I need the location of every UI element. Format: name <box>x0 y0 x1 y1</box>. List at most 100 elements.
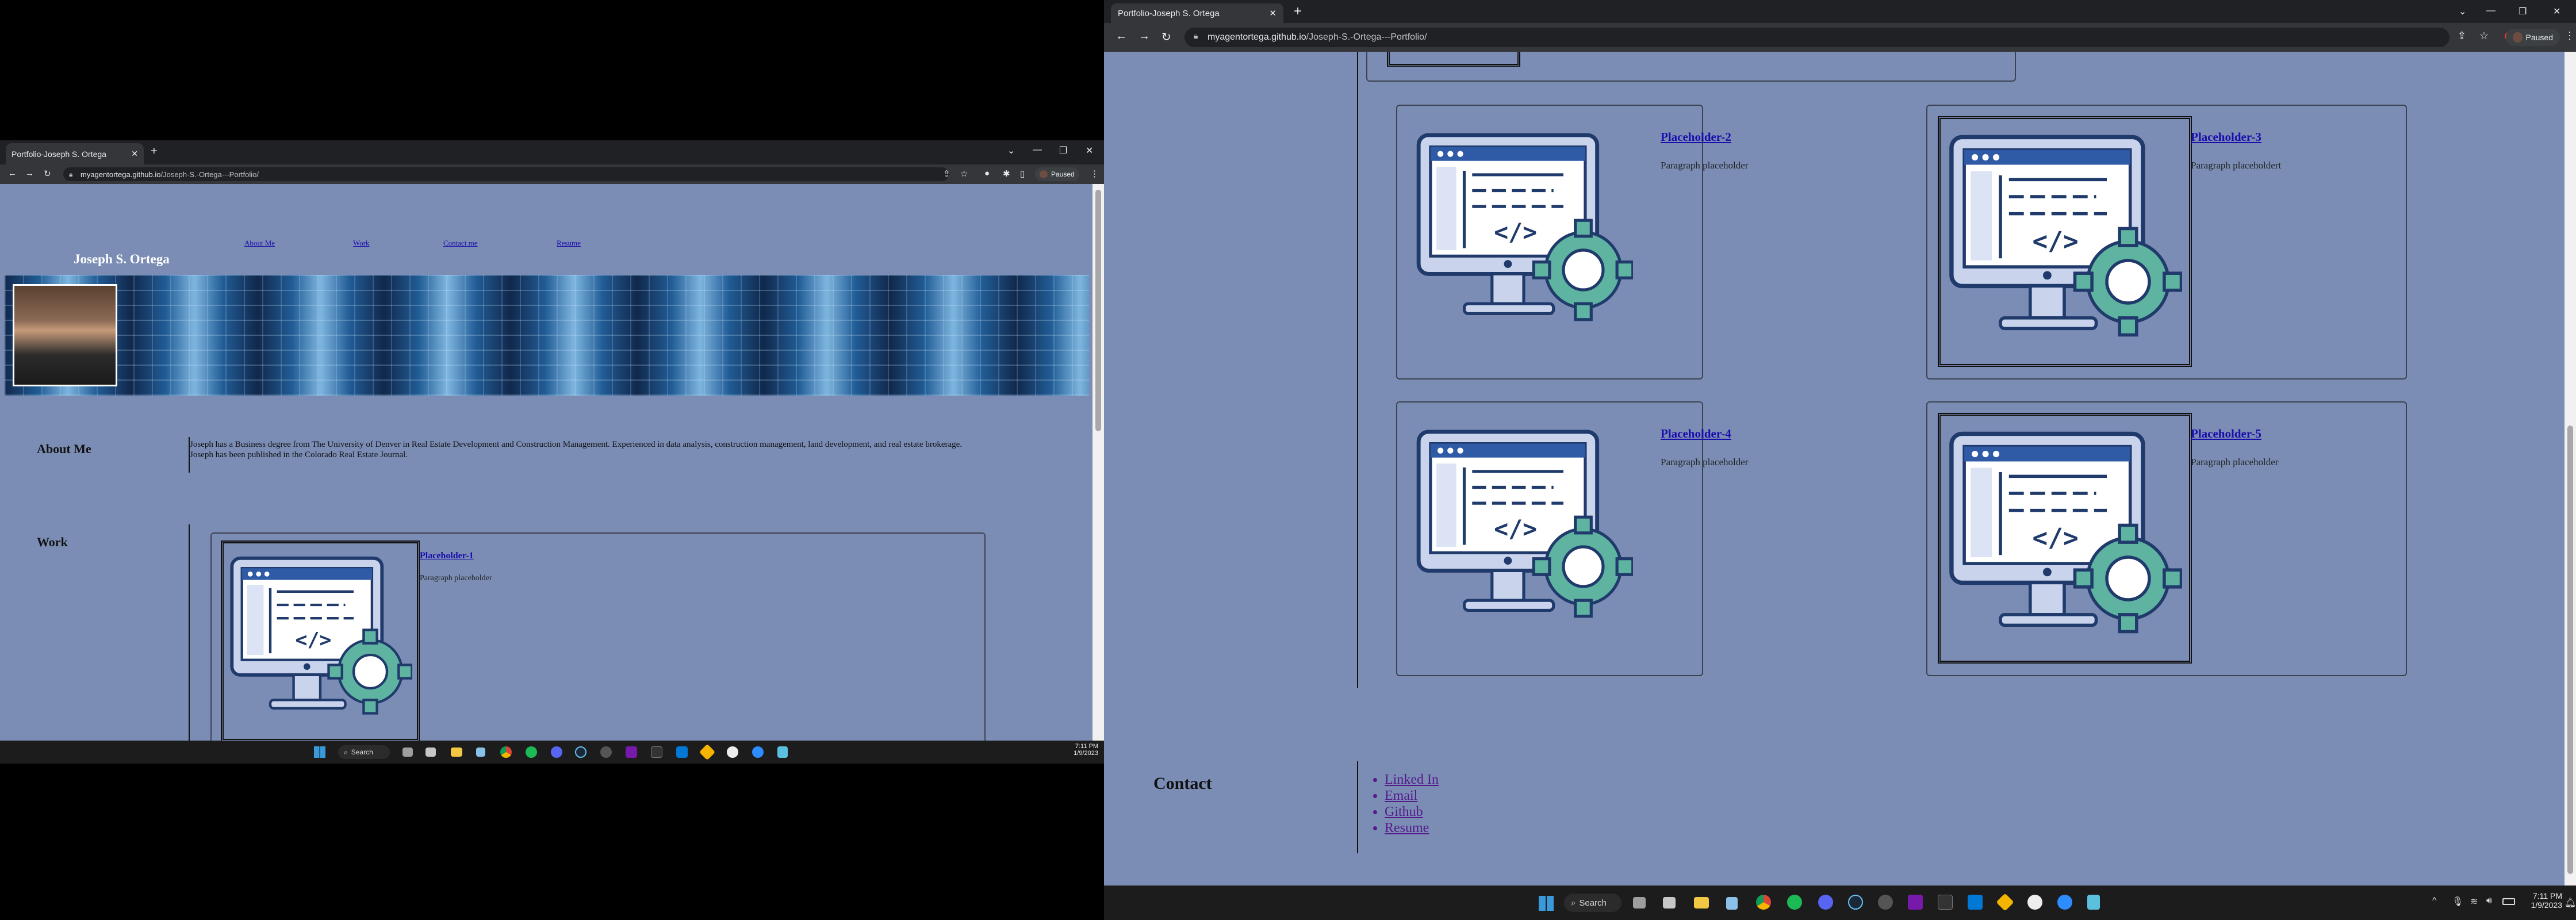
file-explorer-icon[interactable] <box>1694 897 1709 908</box>
share-icon[interactable]: ⇪ <box>2458 30 2466 42</box>
document-app-icon[interactable] <box>2087 895 2100 910</box>
widgets-icon[interactable] <box>425 747 436 757</box>
scrollbar[interactable] <box>1092 184 1104 741</box>
taskbar-search[interactable]: ⌕ Search <box>1564 894 1621 912</box>
task-view-icon[interactable] <box>402 747 413 757</box>
vscode-icon[interactable] <box>676 746 688 758</box>
chrome-icon[interactable] <box>500 746 512 758</box>
back-icon[interactable]: ← <box>8 168 17 178</box>
battery-icon[interactable] <box>2502 898 2515 905</box>
back-icon[interactable]: ← <box>1116 30 1127 43</box>
nav-about-me[interactable]: About Me <box>244 239 275 248</box>
project-title[interactable]: Placeholder-1 <box>420 551 474 561</box>
notification-icon[interactable]: 🔔︎ <box>2564 897 2576 908</box>
monitor-gear-icon[interactable] <box>1414 131 1633 329</box>
steam-icon[interactable] <box>575 746 586 758</box>
sidebar-icon[interactable]: ▯ <box>1020 168 1025 179</box>
project-title[interactable]: Placeholder-5 <box>2191 427 2261 441</box>
discord-icon[interactable] <box>1818 895 1833 910</box>
scrollbar-thumb[interactable] <box>1095 190 1101 431</box>
close-window-icon[interactable]: ✕ <box>2553 6 2560 17</box>
terminal-icon[interactable] <box>1938 895 1953 910</box>
project-title[interactable]: Placeholder-4 <box>1661 427 1731 441</box>
contact-github-link[interactable]: Github <box>1385 804 1439 820</box>
close-window-icon[interactable]: ✕ <box>1086 145 1093 156</box>
spotify-icon[interactable] <box>1787 895 1802 910</box>
contact-resume-link[interactable]: Resume <box>1385 820 1439 836</box>
windows-start-icon[interactable] <box>1539 896 1554 911</box>
tab-search-icon[interactable]: ⌄ <box>2459 6 2466 17</box>
restore-icon[interactable]: ❐ <box>2518 6 2527 17</box>
scrollbar-thumb[interactable] <box>2567 425 2573 874</box>
volume-icon[interactable]: 🔊︎ <box>2486 896 2492 906</box>
right-clock[interactable]: 7:11 PM 1/9/2023 <box>2520 891 2563 910</box>
terminal-icon[interactable] <box>651 746 662 758</box>
left-clock[interactable]: 7:11 PM 1/9/2023 <box>1064 743 1098 757</box>
onenote-icon[interactable] <box>1908 895 1923 910</box>
nav-work[interactable]: Work <box>353 239 370 248</box>
paused-profile[interactable]: Paused <box>2506 29 2560 46</box>
left-time: 7:11 PM <box>1075 743 1098 750</box>
forward-icon[interactable]: → <box>25 168 34 178</box>
project-image[interactable] <box>1938 413 2192 664</box>
file-explorer-icon[interactable] <box>451 747 462 757</box>
git-icon[interactable] <box>1996 893 2014 911</box>
vscode-icon[interactable] <box>1968 895 1983 910</box>
share-icon[interactable]: ⇪ <box>943 168 950 179</box>
address-bar[interactable]: myagentortega.github.io /Joseph-S.-Orteg… <box>1184 28 2450 47</box>
microphone-icon[interactable]: 🎙︎ <box>2452 896 2463 907</box>
nav-contact-me[interactable]: Contact me <box>443 239 478 248</box>
taskbar-search[interactable]: ⌕ Search <box>338 745 390 759</box>
menu-icon[interactable]: ⋮ <box>1090 168 1099 179</box>
steam-icon[interactable] <box>1848 895 1863 910</box>
git-icon[interactable] <box>699 743 716 761</box>
close-icon[interactable]: ✕ <box>1269 8 1276 18</box>
project-title[interactable]: Placeholder-2 <box>1661 130 1731 144</box>
widgets-icon[interactable] <box>1663 897 1676 908</box>
monitor-gear-icon[interactable] <box>1414 428 1633 626</box>
project-title[interactable]: Placeholder-3 <box>2191 130 2261 144</box>
notepad-icon[interactable] <box>1726 897 1738 910</box>
windows-start-icon[interactable] <box>314 746 325 758</box>
github-icon[interactable] <box>727 746 738 758</box>
bookmark-star-icon[interactable]: ☆ <box>2479 30 2489 42</box>
new-tab-icon[interactable]: + <box>1294 3 1302 20</box>
address-bar[interactable]: myagentortega.github.io /Joseph-S.-Orteg… <box>63 167 949 181</box>
notepad-icon[interactable] <box>476 747 485 757</box>
task-view-icon[interactable] <box>1633 897 1646 908</box>
contact-linkedin-link[interactable]: Linked In <box>1385 772 1439 788</box>
puzzle-icon[interactable]: ✱ <box>1003 168 1010 179</box>
zoom-icon[interactable] <box>752 746 764 758</box>
onenote-icon[interactable] <box>626 746 637 758</box>
project-image[interactable] <box>221 540 420 741</box>
chrome-icon[interactable] <box>1756 895 1771 910</box>
discord-icon[interactable] <box>551 746 562 758</box>
nav-resume[interactable]: Resume <box>557 239 581 248</box>
reload-icon[interactable]: ↻ <box>1162 30 1171 44</box>
contact-email-link[interactable]: Email <box>1385 788 1439 804</box>
reload-icon[interactable]: ↻ <box>44 168 51 179</box>
scrollbar[interactable] <box>2564 52 2576 885</box>
document-app-icon[interactable] <box>777 746 788 758</box>
wifi-icon[interactable]: ≋ <box>2470 896 2478 907</box>
minimize-icon[interactable]: — <box>2486 6 2496 16</box>
browser-tab[interactable]: Portfolio-Joseph S. Ortega ✕ <box>1111 3 1283 23</box>
zoom-icon[interactable] <box>2057 895 2072 910</box>
restore-icon[interactable]: ❐ <box>1059 145 1067 156</box>
minimize-icon[interactable]: — <box>1033 145 1042 155</box>
app-icon[interactable] <box>600 746 612 758</box>
forward-icon[interactable]: → <box>1138 30 1150 43</box>
browser-tab[interactable]: Portfolio-Joseph S. Ortega ✕ <box>6 143 144 164</box>
app-icon[interactable] <box>1878 895 1893 910</box>
new-tab-icon[interactable]: + <box>151 145 158 158</box>
tab-search-icon[interactable]: ⌄ <box>1007 145 1015 156</box>
close-icon[interactable]: ✕ <box>131 149 138 159</box>
profile-button[interactable]: Paused <box>1035 167 1079 181</box>
tray-chevron-icon[interactable]: ^ <box>2432 896 2437 906</box>
extension-icon[interactable]: ● <box>984 168 990 178</box>
bookmark-star-icon[interactable]: ☆ <box>960 168 968 179</box>
spotify-icon[interactable] <box>526 746 537 758</box>
menu-icon[interactable]: ⋮ <box>2564 30 2575 42</box>
project-image[interactable] <box>1938 116 2192 367</box>
github-icon[interactable] <box>2027 895 2042 910</box>
